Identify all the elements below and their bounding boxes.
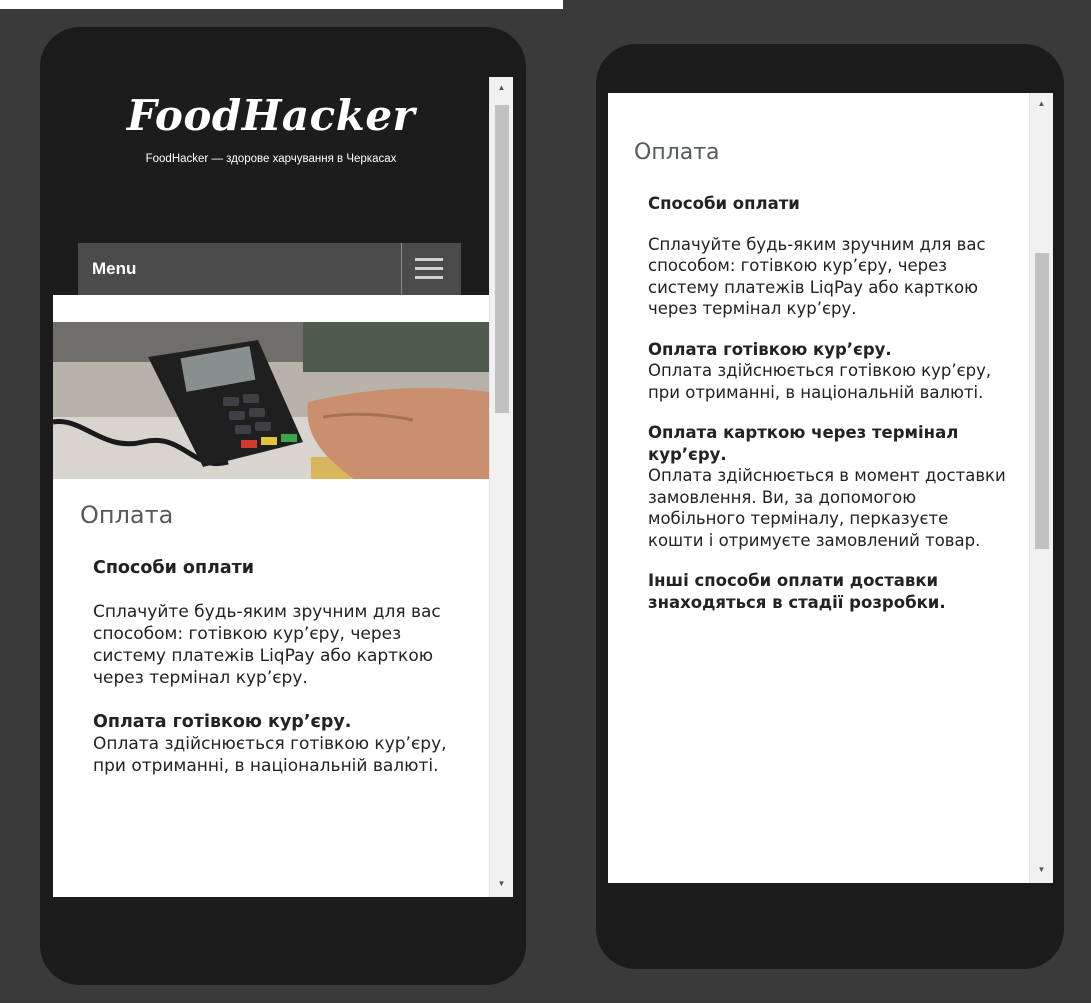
scrollbar-thumb[interactable] [495, 105, 509, 413]
scroll-down-icon[interactable]: ▼ [490, 875, 513, 893]
cash-heading: Оплата готівкою кур’єру. [93, 712, 352, 732]
page-title: Оплата [634, 139, 720, 165]
intro-text: Сплачуйте будь-яким зручним для вас спос… [93, 602, 441, 688]
scroll-up-icon[interactable]: ▲ [490, 79, 513, 97]
menu-label[interactable]: Menu [92, 259, 136, 279]
phone-mockup-right: Оплата Способи оплати Сплачуйте будь-яки… [596, 44, 1064, 969]
scrollbar-thumb[interactable] [1035, 253, 1049, 549]
phone-screen-left: FoodHacker FoodHacker — здорове харчуван… [53, 77, 513, 897]
section-heading: Способи оплати [648, 194, 800, 213]
other-methods-note: Інші способи оплати доставки знаходяться… [648, 571, 946, 612]
card-heading: Оплата карткою через термінал кур’єру. [648, 423, 959, 464]
cash-text: Оплата здійснюється готівкою кур’єру, пр… [93, 734, 447, 776]
cash-heading: Оплата готівкою кур’єру. [648, 339, 892, 359]
scroll-down-icon[interactable]: ▼ [1030, 861, 1053, 879]
payment-article: Способи оплати Сплачуйте будь-яким зручн… [648, 193, 1008, 613]
scroll-up-icon[interactable]: ▲ [1030, 95, 1053, 113]
top-white-strip [0, 0, 563, 9]
payment-article: Способи оплати Сплачуйте будь-яким зручн… [93, 557, 448, 777]
menu-divider [401, 243, 402, 295]
site-tagline: FoodHacker — здорове харчування в Черкас… [145, 153, 397, 165]
site-logo[interactable]: FoodHacker [53, 91, 489, 140]
payment-terminal-image [53, 322, 489, 479]
hamburger-icon[interactable] [415, 258, 443, 280]
intro-text: Сплачуйте будь-яким зручним для вас спос… [648, 234, 986, 319]
page-title: Оплата [80, 501, 174, 530]
vertical-scrollbar[interactable]: ▲ ▼ [489, 77, 513, 897]
card-text: Оплата здійснюється в момент доставки за… [648, 466, 1006, 550]
phone-mockup-left: FoodHacker FoodHacker — здорове харчуван… [40, 27, 526, 985]
vertical-scrollbar[interactable]: ▲ ▼ [1029, 93, 1053, 883]
site-header: FoodHacker FoodHacker — здорове харчуван… [53, 77, 489, 295]
cash-text: Оплата здійснюється готівкою кур’єру, пр… [648, 361, 992, 402]
section-heading: Способи оплати [93, 558, 255, 578]
payment-terminal-illustration [53, 322, 489, 479]
menu-bar[interactable]: Menu [78, 243, 461, 295]
phone-screen-right: Оплата Способи оплати Сплачуйте будь-яки… [608, 93, 1053, 883]
